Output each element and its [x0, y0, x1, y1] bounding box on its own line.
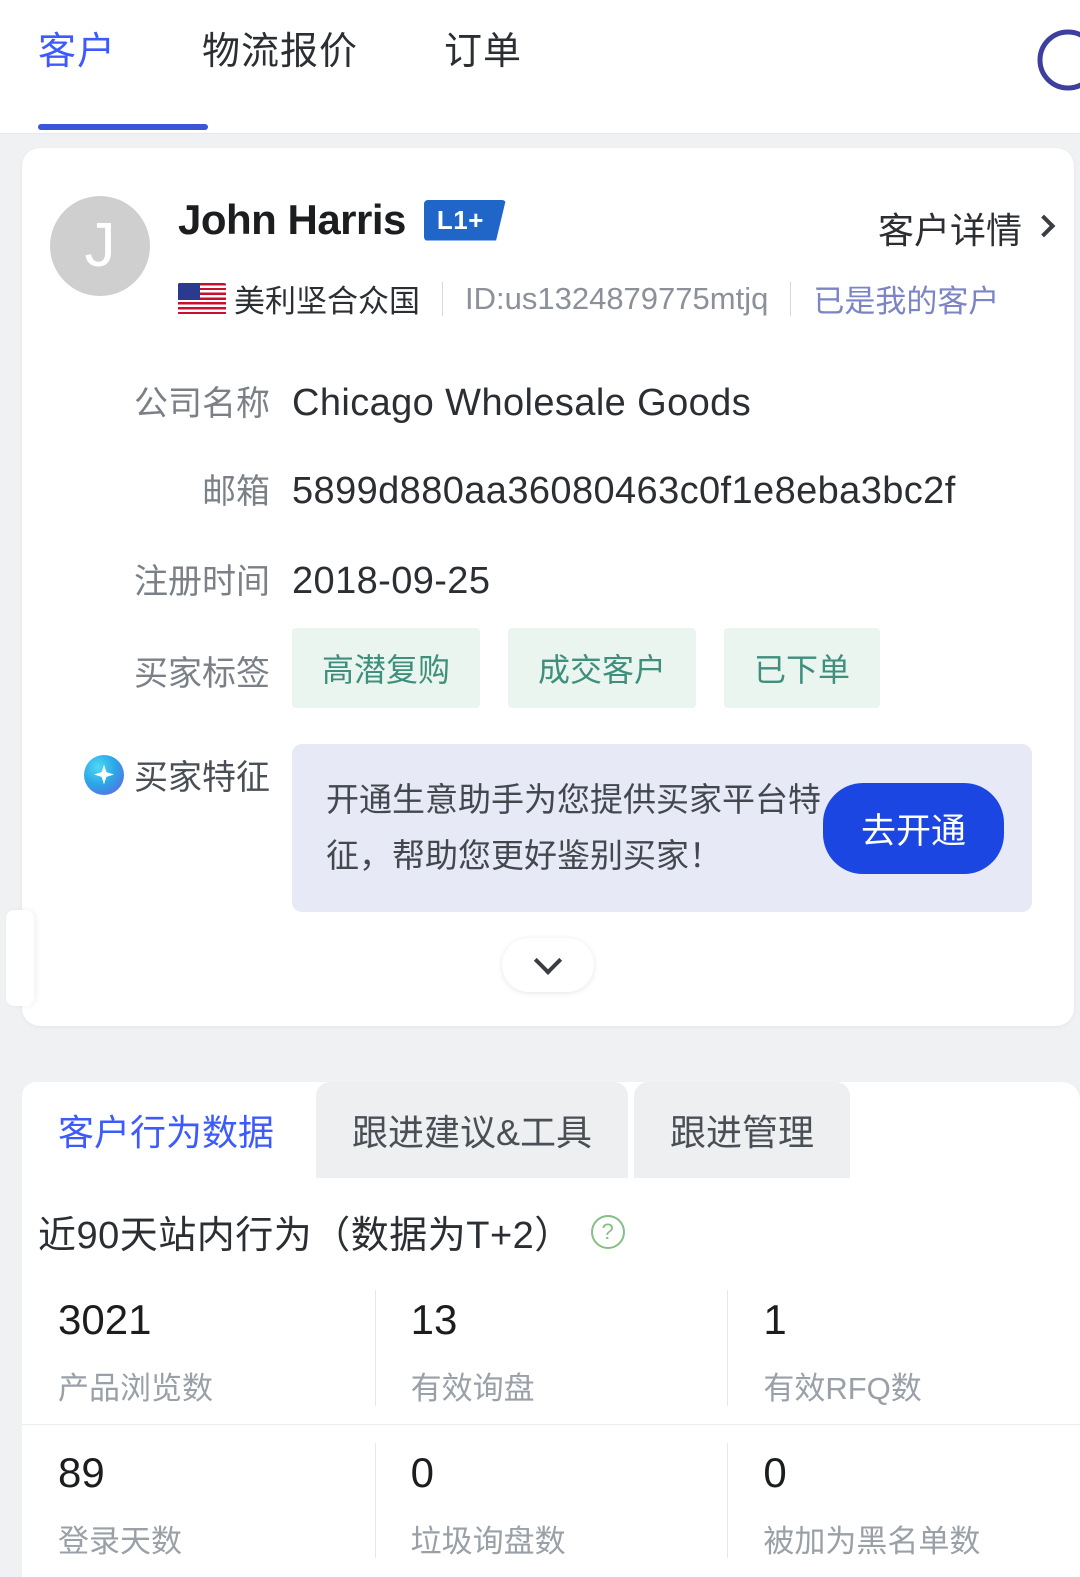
- info-value-email: 5899d880aa36080463c0f1e8eba3bc2f: [292, 470, 956, 512]
- section-title: 近90天站内行为（数据为T+2） ?: [38, 1204, 625, 1259]
- info-row-company: 公司名称 Chicago Wholesale Goods: [22, 376, 1074, 425]
- customer-id: ID:us1324879775mtjq: [465, 280, 769, 316]
- activate-button[interactable]: 去开通: [822, 782, 1004, 874]
- stat-product-views: 3021 产品浏览数: [22, 1272, 375, 1424]
- avatar: J: [50, 196, 150, 296]
- stat-valid-inquiries: 13 有效询盘: [374, 1272, 728, 1424]
- chevron-down-icon: [533, 946, 563, 975]
- customer-detail-label: 客户详情: [877, 210, 1022, 251]
- stat-value: 0: [410, 1449, 435, 1496]
- info-label-company: 公司名称: [134, 385, 270, 423]
- stat-value: 3021: [58, 1296, 152, 1343]
- top-navigation-bar: 客户 物流报价 订单: [0, 0, 1080, 134]
- page-root: 客户 物流报价 订单 J John Harris L1+ 客户详情 美利坚合众国: [0, 0, 1080, 1577]
- buyer-tags-label: 买家标签: [134, 655, 270, 693]
- stat-label: 被加为黑名单数: [763, 1523, 981, 1559]
- stats-row: 3021 产品浏览数 13 有效询盘 1 有效RFQ数: [22, 1272, 1080, 1424]
- nav-active-indicator: [38, 124, 208, 130]
- stat-label: 产品浏览数: [58, 1370, 213, 1406]
- customer-name: John Harris: [178, 196, 406, 243]
- buyer-feature-block: 买家特征 开通生意助手为您提供买家平台特征，帮助您更好鉴别买家！ 去开通: [22, 744, 1074, 912]
- help-circle-icon[interactable]: ?: [590, 1214, 625, 1249]
- side-drawer-handle[interactable]: [6, 910, 34, 1006]
- info-label-register-time: 注册时间: [134, 563, 270, 601]
- buyer-tags-row: 买家标签 高潜复购 成交客户 已下单: [22, 628, 1074, 708]
- stat-label: 登录天数: [58, 1523, 182, 1559]
- level-badge: L1+: [423, 199, 506, 241]
- stat-spam-inquiries: 0 垃圾询盘数: [374, 1425, 728, 1576]
- sparkle-icon: [84, 754, 124, 795]
- info-value-company: Chicago Wholesale Goods: [292, 382, 752, 424]
- buyer-tags-list: 高潜复购 成交客户 已下单: [292, 628, 881, 708]
- info-value-register-time: 2018-09-25: [292, 560, 491, 602]
- info-label-email: 邮箱: [202, 473, 270, 511]
- meta-divider: [790, 281, 792, 316]
- customer-name-row: John Harris L1+: [178, 196, 506, 244]
- customer-country: 美利坚合众国: [234, 284, 420, 319]
- stat-blacklisted-count: 0 被加为黑名单数: [727, 1425, 1080, 1576]
- buyer-feature-label-wrap: 买家特征: [22, 744, 292, 799]
- meta-divider: [442, 281, 443, 316]
- info-row-register-time: 注册时间 2018-09-25: [22, 554, 1074, 603]
- nav-tab-logistics-quote[interactable]: 物流报价: [160, 30, 402, 76]
- stat-value: 1: [763, 1296, 787, 1343]
- buyer-tag: 成交客户: [508, 628, 697, 708]
- nav-tab-customers[interactable]: 客户: [38, 30, 160, 76]
- stat-label: 有效RFQ数: [763, 1370, 922, 1406]
- stat-login-days: 89 登录天数: [22, 1425, 375, 1576]
- nav-tab-orders[interactable]: 订单: [402, 30, 566, 76]
- buyer-tag: 高潜复购: [292, 628, 481, 708]
- stats-row: 89 登录天数 0 垃圾询盘数 0 被加为黑名单数: [22, 1424, 1080, 1576]
- stat-label: 垃圾询盘数: [410, 1523, 566, 1559]
- behavior-stats-grid: 3021 产品浏览数 13 有效询盘 1 有效RFQ数 89 登录天数 0 垃圾…: [22, 1272, 1080, 1576]
- tab-followup-management[interactable]: 跟进管理: [634, 1082, 851, 1178]
- customer-detail-link[interactable]: 客户详情: [877, 202, 1056, 254]
- promo-text: 开通生意助手为您提供买家平台特征，帮助您更好鉴别买家！: [326, 780, 821, 874]
- stat-value: 0: [763, 1449, 787, 1496]
- section-title-text: 近90天站内行为（数据为T+2）: [38, 1215, 573, 1257]
- buyer-feature-label: 买家特征: [134, 759, 270, 797]
- customer-meta-row: 美利坚合众国 ID:us1324879775mtjq 已是我的客户: [178, 276, 999, 321]
- nav-tab-list: 客户 物流报价 订单: [38, 30, 566, 76]
- data-card-tab-list: 客户行为数据 跟进建议&工具 跟进管理: [22, 1082, 856, 1178]
- buyer-feature-promo-box: 开通生意助手为您提供买家平台特征，帮助您更好鉴别买家！ 去开通: [292, 744, 1032, 912]
- buyer-tag: 已下单: [724, 628, 881, 708]
- search-icon[interactable]: [1034, 26, 1080, 94]
- stat-label: 有效询盘: [410, 1370, 535, 1406]
- stat-value: 89: [58, 1449, 105, 1496]
- customer-profile-card: J John Harris L1+ 客户详情 美利坚合众国 ID:us13248…: [6, 148, 1074, 1026]
- customer-relation-badge[interactable]: 已是我的客户: [813, 276, 999, 321]
- stat-valid-rfq: 1 有效RFQ数: [727, 1272, 1080, 1424]
- customer-data-card: 客户行为数据 跟进建议&工具 跟进管理 近90天站内行为（数据为T+2） ? 3…: [22, 1082, 1080, 1577]
- stat-value: 13: [410, 1296, 458, 1343]
- chevron-right-icon: [1032, 214, 1056, 238]
- tab-behavior-data[interactable]: 客户行为数据: [22, 1082, 311, 1178]
- info-row-email: 邮箱 5899d880aa36080463c0f1e8eba3bc2f: [22, 464, 1074, 513]
- tab-followup-suggestions[interactable]: 跟进建议&工具: [316, 1082, 629, 1178]
- us-flag-icon: [178, 282, 226, 315]
- collapse-toggle-button[interactable]: [502, 938, 594, 992]
